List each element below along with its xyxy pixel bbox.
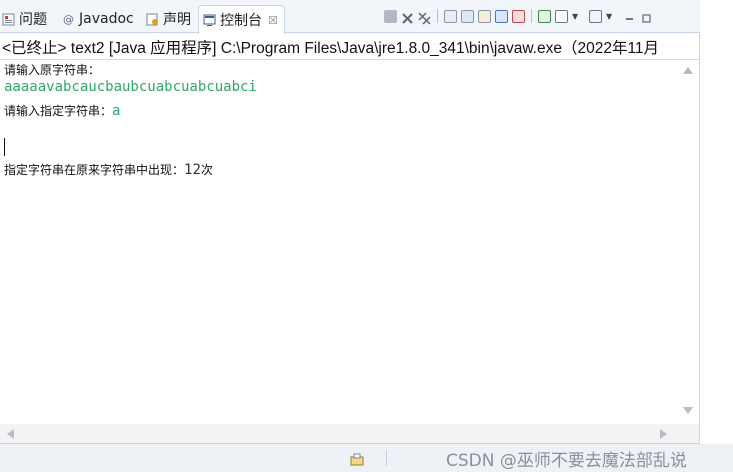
result-label: 指定字符串在原来字符串中出现：	[4, 163, 185, 177]
progress-icon[interactable]	[350, 451, 364, 466]
tab-declaration[interactable]: 声明	[146, 6, 191, 32]
toolbar-separator	[531, 9, 532, 23]
prompt-target-line: 请输入指定字符串：a	[4, 100, 120, 119]
close-tab-icon[interactable]: ☒	[268, 14, 278, 27]
tab-problems[interactable]: 问题	[2, 6, 47, 32]
status-bar: CSDN @巫师不要去魔法部乱说	[0, 444, 733, 472]
pin-console-icon[interactable]	[538, 9, 551, 23]
text-caret	[4, 138, 5, 156]
tab-problems-label: 问题	[19, 12, 47, 28]
remove-all-launches-icon[interactable]	[418, 10, 431, 25]
view-tab-bar: 问题 @ Javadoc 声明 控制台 ☒ ▼ ▼	[0, 0, 700, 34]
show-on-stdout-icon[interactable]	[495, 9, 508, 23]
chevron-down-icon[interactable]: ▼	[572, 10, 585, 23]
tab-declaration-label: 声明	[163, 12, 191, 28]
minimize-icon[interactable]	[623, 10, 636, 23]
input-source-string: aaaaavabcaucbaubcuabcuabcuabci	[4, 79, 257, 95]
scroll-down-icon[interactable]	[683, 407, 693, 414]
terminate-icon[interactable]	[384, 9, 397, 23]
tab-javadoc[interactable]: @ Javadoc	[62, 6, 134, 32]
show-on-stderr-icon[interactable]	[512, 9, 525, 23]
result-line: 指定字符串在原来字符串中出现：12次	[4, 159, 213, 178]
clear-console-icon[interactable]	[444, 9, 457, 23]
remove-launch-icon[interactable]	[401, 10, 414, 24]
horizontal-scrollbar[interactable]	[0, 424, 699, 443]
problems-icon	[2, 13, 15, 26]
display-console-icon[interactable]	[555, 9, 568, 23]
javadoc-icon: @	[63, 12, 74, 26]
open-console-icon[interactable]	[589, 9, 602, 23]
maximize-icon[interactable]	[640, 10, 653, 23]
declaration-icon	[146, 13, 159, 26]
console-icon	[203, 14, 216, 27]
prompt-target-string: 请输入指定字符串：	[4, 104, 113, 118]
result-unit: 次	[200, 163, 213, 177]
chevron-down-icon[interactable]: ▼	[606, 10, 619, 23]
console-toolbar: ▼ ▼	[384, 8, 653, 25]
result-value: 12	[184, 162, 201, 178]
word-wrap-icon[interactable]	[478, 9, 491, 23]
watermark-text: CSDN @巫师不要去魔法部乱说	[446, 451, 687, 471]
tab-console-label: 控制台	[220, 13, 262, 29]
vertical-scrollbar[interactable]	[678, 60, 699, 424]
console-view: 问题 @ Javadoc 声明 控制台 ☒ ▼ ▼ <已终止> text2 [J…	[0, 0, 700, 444]
tab-console[interactable]: 控制台 ☒	[198, 5, 285, 34]
input-target-string: a	[112, 103, 121, 119]
scroll-right-icon[interactable]	[660, 429, 667, 439]
scroll-lock-icon[interactable]	[461, 9, 474, 23]
scroll-up-icon[interactable]	[683, 67, 693, 74]
toolbar-separator	[437, 9, 438, 23]
status-separator	[386, 450, 387, 466]
tab-javadoc-label: Javadoc	[79, 11, 134, 27]
prompt-source-string: 请输入原字符串：	[4, 63, 101, 77]
console-output[interactable]: 请输入原字符串： aaaaavabcaucbaubcuabcuabcuabci …	[0, 60, 678, 424]
console-header: <已终止> text2 [Java 应用程序] C:\Program Files…	[2, 40, 660, 57]
scroll-left-icon[interactable]	[7, 429, 14, 439]
